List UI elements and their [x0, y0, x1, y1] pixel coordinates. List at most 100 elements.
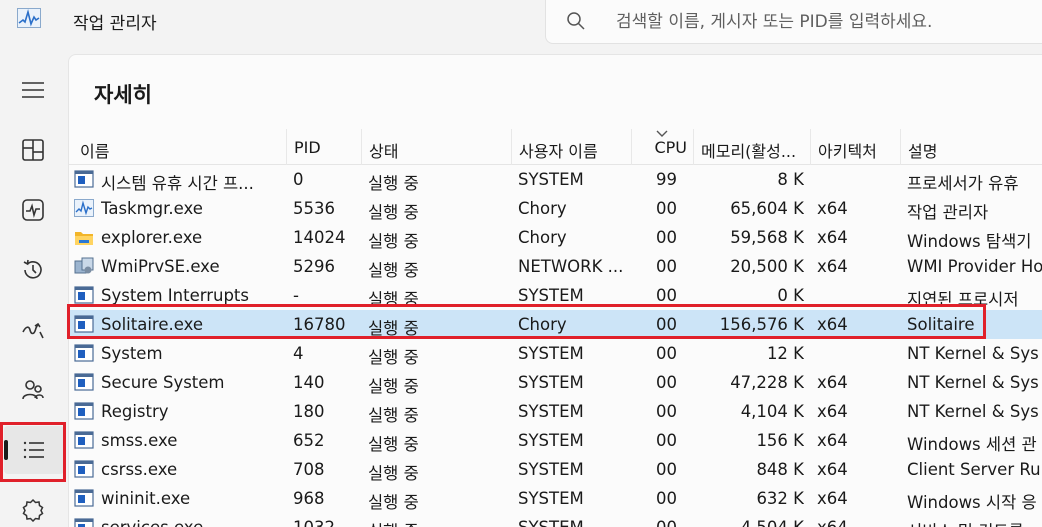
process-architecture: x64 — [817, 402, 848, 421]
column-header-architecture[interactable]: 아키텍처 — [810, 129, 900, 165]
process-name: Registry — [101, 402, 169, 421]
process-name: System Interrupts — [101, 286, 249, 305]
table-row[interactable]: System Interrupts - 실행 중 SYSTEM 00 0 K 지연된 프로시… — [69, 281, 1042, 310]
search-box[interactable] — [545, 0, 1042, 44]
process-status: 실행 중 — [368, 203, 419, 222]
process-user: SYSTEM — [518, 373, 584, 392]
table-row[interactable]: smss.exe 652 실행 중 SYSTEM 00 156 K x64 Windows 세… — [69, 426, 1042, 455]
process-cpu: 00 — [656, 344, 677, 363]
process-user: SYSTEM — [518, 402, 584, 421]
process-status: 실행 중 — [368, 174, 419, 193]
process-cpu: 00 — [656, 402, 677, 421]
process-name: Secure System — [101, 373, 225, 392]
table-row[interactable]: Secure System 140 실행 중 SYSTEM 00 47,228 K x64 N… — [69, 368, 1042, 397]
app-title: 작업 관리자 — [73, 14, 157, 34]
process-cpu: 99 — [656, 170, 677, 189]
table-row[interactable]: services.exe 1032 실행 중 SYSTEM00 4,504 K x64 서비… — [69, 513, 1042, 527]
process-user: SYSTEM — [518, 286, 584, 305]
process-memory: 156,576 K — [719, 315, 804, 334]
process-pid: - — [293, 286, 299, 305]
process-status: 실행 중 — [368, 518, 508, 527]
system-window-icon — [74, 489, 94, 507]
process-description: 지연된 프로시저 — [907, 290, 1019, 309]
table-row[interactable]: Taskmgr.exe 5536 실행 중 Chory 00 65,604 K x64 작업 … — [69, 194, 1042, 223]
process-name: explorer.exe — [101, 228, 203, 247]
process-description: Solitaire — [907, 315, 975, 334]
details-panel: 자세히 이름 PID 상태 사용자 이름 CPU 메모리(활성... 아키텍처 … — [68, 54, 1042, 527]
table-row[interactable]: Registry 180 실행 중 SYSTEM 00 4,104 K x64 NT Kern… — [69, 397, 1042, 426]
column-header-pid[interactable]: PID — [286, 129, 361, 165]
hamburger-menu-icon — [22, 82, 44, 98]
column-header-memory[interactable]: 메모리(활성... — [693, 129, 810, 165]
process-name: wininit.exe — [101, 489, 191, 508]
process-status: 실행 중 — [368, 464, 419, 483]
process-status: 실행 중 — [368, 493, 419, 512]
process-architecture: x64 — [817, 460, 848, 479]
system-window-icon — [74, 373, 94, 391]
process-name: System — [101, 344, 163, 363]
process-pid: 5296 — [293, 257, 335, 276]
process-user: SYSTEM — [518, 460, 584, 479]
process-description: 작업 관리자 — [907, 203, 989, 222]
process-architecture: x64 — [817, 257, 848, 276]
process-cpu: 00 — [656, 489, 677, 508]
services-icon — [22, 498, 44, 522]
wmi-icon — [74, 257, 94, 274]
column-header-user[interactable]: 사용자 이름 — [511, 129, 631, 165]
nav-performance[interactable] — [0, 186, 66, 234]
process-memory: 632 K — [756, 489, 804, 508]
process-architecture: x64 — [817, 518, 897, 527]
table-row[interactable]: explorer.exe 14024 실행 중 Chory 00 59,568 K x64 W… — [69, 223, 1042, 252]
process-architecture: x64 — [817, 373, 848, 392]
system-window-icon — [74, 431, 94, 449]
process-description: NT Kernel & Sys — [907, 402, 1039, 421]
process-description: 프로세서가 유휴 — [907, 174, 1019, 193]
table-row[interactable]: WmiPrvSE.exe 5296 실행 중 NETWORK ... 00 20,500 … — [69, 252, 1042, 281]
process-status: 실행 중 — [368, 377, 419, 396]
process-memory: 4,504 K — [693, 518, 804, 527]
process-memory: 848 K — [756, 460, 804, 479]
process-user: SYSTEM — [518, 489, 584, 508]
process-description: WMI Provider Ho — [907, 257, 1042, 276]
system-window-icon — [74, 170, 94, 188]
process-memory: 47,228 K — [730, 373, 804, 392]
nav-services[interactable] — [0, 486, 66, 527]
system-window-icon — [74, 344, 94, 362]
table-row[interactable]: csrss.exe 708 실행 중 SYSTEM 00 848 K x64 Client S… — [69, 455, 1042, 484]
table-row[interactable]: System 4 실행 중 SYSTEM 00 12 K NT Kernel & Sys — [69, 339, 1042, 368]
process-description: Client Server Run — [907, 460, 1042, 479]
nav-app-history[interactable] — [0, 246, 66, 294]
hamburger-menu-button[interactable] — [0, 66, 66, 114]
process-user: SYSTEM — [518, 344, 584, 363]
search-input[interactable] — [616, 8, 1042, 36]
process-user: SYSTEM — [518, 431, 584, 450]
title-bar: 작업 관리자 — [0, 0, 1042, 46]
process-architecture: x64 — [817, 315, 848, 334]
nav-startup-apps[interactable] — [0, 306, 66, 354]
process-cpu: 00 — [656, 431, 677, 450]
process-user: NETWORK ... — [518, 257, 624, 276]
process-memory: 4,104 K — [740, 402, 804, 421]
column-header-name[interactable]: 이름 — [73, 129, 286, 165]
system-window-icon — [74, 402, 94, 420]
table-row[interactable]: wininit.exe 968 실행 중 SYSTEM 00 632 K x64 Window… — [69, 484, 1042, 513]
page-title: 자세히 — [94, 83, 152, 107]
table-row-selected[interactable]: Solitaire.exe 16780 실행 중 Chory 00 156,576 K x6… — [69, 310, 1042, 339]
process-user: SYSTEM — [518, 170, 584, 189]
nav-users[interactable] — [0, 366, 66, 414]
column-header-status[interactable]: 상태 — [361, 129, 511, 165]
process-name: services.exe — [101, 518, 279, 527]
process-status: 실행 중 — [368, 406, 419, 425]
table-row[interactable]: 시스템 유휴 시간 프... 0 실행 중 SYSTEM 99 8 K 프로세서가 유휴 — [69, 165, 1042, 194]
process-pid: 1032 — [293, 518, 361, 527]
process-pid: 968 — [293, 489, 325, 508]
process-status: 실행 중 — [368, 348, 419, 367]
process-description: Windows 탐색기 — [907, 232, 1032, 251]
nav-processes[interactable] — [0, 126, 66, 174]
process-description: 서비스 및 컨트롤 — [907, 518, 1042, 527]
process-status: 실행 중 — [368, 261, 419, 280]
process-memory: 59,568 K — [730, 228, 804, 247]
process-name: 시스템 유휴 시간 프... — [101, 174, 254, 193]
column-header-description[interactable]: 설명 — [900, 129, 1042, 165]
process-memory: 156 K — [756, 431, 804, 450]
